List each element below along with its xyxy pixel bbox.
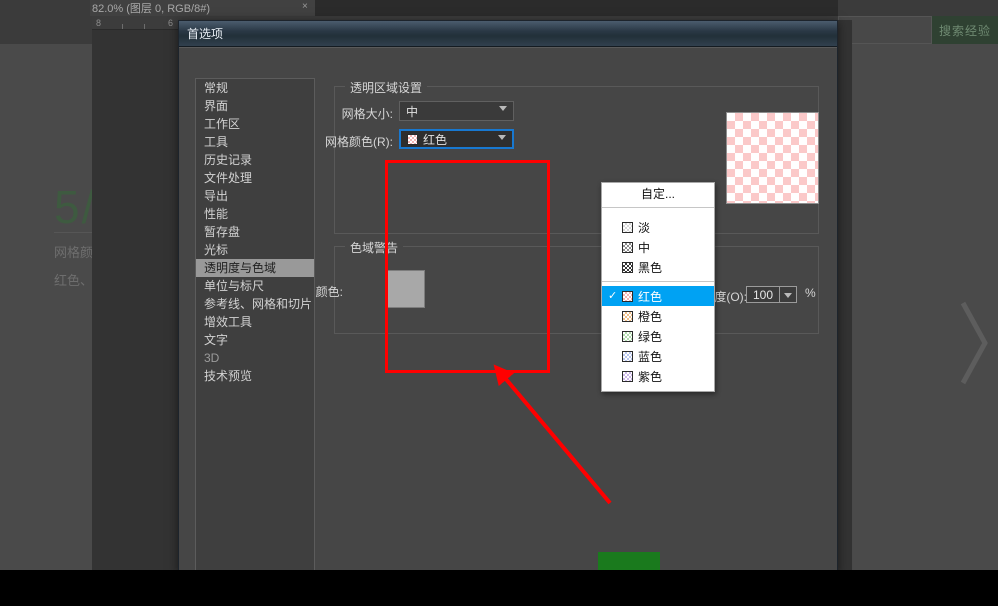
checker-chip-icon — [407, 133, 418, 145]
annotation-arrow — [493, 364, 612, 505]
sidebar-item-label: 3D — [204, 351, 220, 365]
grid-color-label: 网格颜色(R): — [325, 135, 393, 149]
close-icon[interactable]: × — [302, 1, 308, 12]
grid-color-select[interactable]: 红色 — [399, 129, 514, 149]
opacity-input[interactable]: 100 — [746, 286, 780, 303]
dropdown-item-label: 黑色 — [638, 260, 663, 275]
sidebar-item-16[interactable]: 技术预览 — [196, 367, 314, 385]
dropdown-item-custom[interactable]: 自定... — [602, 183, 714, 203]
sidebar-item-label: 文字 — [204, 333, 229, 347]
grid-size-label: 网格大小: — [341, 107, 393, 121]
sidebar-item-0[interactable]: 常规 — [196, 79, 314, 97]
checker-chip-icon — [622, 261, 633, 273]
sidebar-item-label: 透明度与色域 — [204, 261, 277, 275]
preferences-category-list[interactable]: 常规 界面 工作区 工具 历史记录 文件处理 导出 性能 暂存盘 光标 透明度与色域 单位与标尺 参考线… — [195, 78, 315, 586]
annotation-highlight-box — [385, 160, 550, 373]
grid-color-value: 红色 — [423, 132, 448, 147]
dropdown-separator — [602, 207, 714, 208]
dropdown-item-橙色[interactable]: 橙色 — [602, 306, 714, 326]
sidebar-item-label: 暂存盘 — [204, 225, 241, 239]
article-text-line-1: 网格颜 — [54, 245, 94, 260]
search-input[interactable] — [838, 16, 932, 44]
sidebar-item-label: 性能 — [204, 207, 229, 221]
sidebar-item-label: 光标 — [204, 243, 229, 257]
article-step-number: 5/ — [54, 180, 96, 234]
dropdown-item-label: 蓝色 — [638, 349, 663, 364]
checker-chip-icon — [622, 310, 633, 322]
dropdown-item-label: 红色 — [638, 289, 663, 304]
checker-chip-icon — [622, 241, 633, 253]
sidebar-item-9[interactable]: 光标 — [196, 241, 314, 259]
sidebar-item-4[interactable]: 历史记录 — [196, 151, 314, 169]
ruler-mark: 6 — [168, 18, 174, 28]
opacity-stepper[interactable] — [780, 286, 797, 303]
dropdown-item-黑色[interactable]: 黑色 — [602, 257, 714, 277]
step-number-value: 5 — [54, 181, 82, 233]
sidebar-item-label: 单位与标尺 — [204, 279, 265, 293]
opacity-unit-label: % — [805, 286, 816, 300]
dropdown-item-红色[interactable]: ✓ 红色 — [602, 286, 714, 306]
transparency-group-title: 透明区域设置 — [345, 79, 428, 96]
sidebar-item-label: 工作区 — [204, 117, 241, 131]
photoshop-document-tab[interactable]: 82.0% (图层 0, RGB/8#) — [90, 0, 315, 16]
dialog-title: 首选项 — [187, 27, 224, 41]
checker-chip-icon — [622, 350, 633, 362]
sidebar-item-8[interactable]: 暂存盘 — [196, 223, 314, 241]
ruler-mark: 8 — [96, 18, 102, 28]
sidebar-item-15[interactable]: 3D — [196, 349, 314, 367]
dropdown-item-label: 紫色 — [638, 369, 663, 384]
dropdown-separator — [602, 281, 714, 282]
chevron-down-icon — [499, 106, 507, 111]
sidebar-item-5[interactable]: 文件处理 — [196, 169, 314, 187]
sidebar-item-13[interactable]: 增效工具 — [196, 313, 314, 331]
dropdown-item-label: 绿色 — [638, 329, 663, 344]
checker-chip-icon — [622, 370, 633, 382]
dropdown-item-label: 中 — [638, 240, 651, 255]
sidebar-item-label: 技术预览 — [204, 369, 253, 383]
sidebar-item-label: 工具 — [204, 135, 229, 149]
article-text-line-2: 红色、 — [54, 273, 94, 288]
checker-chip-icon — [622, 290, 633, 302]
sidebar-item-6[interactable]: 导出 — [196, 187, 314, 205]
dropdown-item-label: 淡 — [638, 220, 651, 235]
screen: 搜索经验 5/ 网格颜 红色、 82.0% (图层 0, RGB/8#) × 8… — [0, 0, 998, 606]
dropdown-item-淡[interactable]: 淡 — [602, 217, 714, 237]
transparency-grid-preview — [726, 112, 819, 204]
dialog-titlebar[interactable]: 首选项 — [179, 21, 837, 47]
checker-chip-icon — [622, 221, 633, 233]
dropdown-item-label: 橙色 — [638, 309, 663, 324]
grid-size-select[interactable]: 中 — [399, 101, 514, 121]
dropdown-item-中[interactable]: 中 — [602, 237, 714, 257]
sidebar-item-14[interactable]: 文字 — [196, 331, 314, 349]
checker-chip-icon — [622, 330, 633, 342]
check-icon: ✓ — [608, 290, 618, 302]
grid-size-value: 中 — [406, 104, 419, 119]
chevron-down-icon — [498, 135, 506, 140]
next-arrow-icon[interactable] — [955, 295, 991, 391]
gamut-color-label: 颜色: — [315, 285, 343, 299]
sidebar-item-label: 历史记录 — [204, 153, 253, 167]
sidebar-item-label: 界面 — [204, 99, 229, 113]
search-button[interactable]: 搜索经验 — [932, 16, 998, 44]
sidebar-item-label: 增效工具 — [204, 315, 253, 329]
dropdown-item-绿色[interactable]: 绿色 — [602, 326, 714, 346]
sidebar-item-label: 常规 — [204, 81, 229, 95]
sidebar-item-7[interactable]: 性能 — [196, 205, 314, 223]
sidebar-item-10[interactable]: 透明度与色域 — [196, 259, 314, 277]
thumbnail-strip[interactable] — [0, 570, 998, 606]
sidebar-item-label: 导出 — [204, 189, 229, 203]
sidebar-item-label: 文件处理 — [204, 171, 253, 185]
